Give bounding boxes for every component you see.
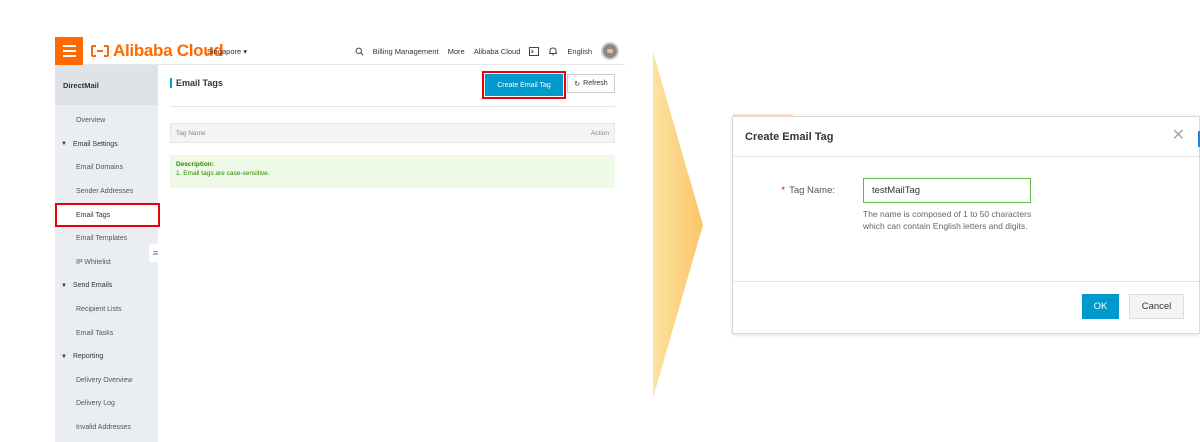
- caret-down-icon: ▼: [61, 282, 67, 289]
- sidebar-item-label: Email Tasks: [76, 329, 114, 337]
- sidebar-item-label: Delivery Log: [76, 400, 115, 408]
- description-notice: Description: 1. Email tags are case-sens…: [170, 155, 615, 188]
- sidebar-group[interactable]: ▼ Send Emails: [55, 274, 158, 298]
- tag-name-label-text: Tag Name:: [789, 185, 835, 196]
- sidebar-item[interactable]: Delivery Overview: [55, 369, 158, 393]
- terminal-icon[interactable]: [529, 46, 540, 56]
- menu-line: [62, 45, 76, 47]
- language-selector[interactable]: English: [567, 47, 592, 56]
- sidebar-item-label: Overview: [76, 117, 106, 125]
- sidebar-item[interactable]: Invalid Addresses: [55, 416, 158, 440]
- sidebar-item[interactable]: Overview: [55, 109, 158, 133]
- chevron-down-icon: ▾: [243, 47, 248, 56]
- dialog-header: Create Email Tag ✕: [733, 117, 1199, 157]
- column-tag-name: Tag Name: [176, 129, 206, 137]
- top-bar: Alibaba Cloud Singapore ▾ Billing Manage…: [55, 37, 625, 65]
- sidebar-item-label: Send Emails: [72, 282, 113, 290]
- sidebar-item-label: IP Whitelist: [76, 258, 111, 266]
- refresh-icon: ↻: [574, 80, 581, 88]
- sidebar-item-label: Recipient Lists: [76, 306, 122, 314]
- sidebar-item[interactable]: Sender Addresses: [55, 180, 158, 204]
- cancel-button[interactable]: Cancel: [1129, 294, 1184, 319]
- sidebar: DirectMail Overview ▼ Email Settings Email …: [55, 65, 160, 442]
- create-email-tag-button[interactable]: Create Email Tag: [482, 71, 566, 99]
- dialog-title: Create Email Tag: [745, 131, 834, 143]
- table-header: Tag Name Action: [170, 123, 615, 143]
- description-text: 1. Email tags are case-sensitive.: [176, 170, 270, 177]
- sidebar-item[interactable]: Email Domains: [55, 156, 158, 180]
- sidebar-title: DirectMail: [55, 65, 158, 105]
- column-action: Action: [590, 129, 609, 137]
- sidebar-item[interactable]: IP Whitelist: [55, 251, 158, 275]
- main-content: Email Tags Create Email Tag ↻ Refresh Ta…: [158, 65, 625, 442]
- sidebar-item[interactable]: Email Tags: [55, 203, 160, 227]
- refresh-label: Refresh: [583, 80, 608, 87]
- create-email-tag-dialog: Create Email Tag ✕ *Tag Name: The name i…: [732, 114, 1200, 334]
- caret-down-icon: ▼: [61, 353, 67, 360]
- bell-icon[interactable]: [548, 46, 558, 56]
- more-link[interactable]: More: [448, 47, 465, 56]
- sidebar-group[interactable]: ▼ Email Settings: [55, 133, 158, 157]
- tag-name-label: * Tag Name:: [777, 185, 835, 196]
- sidebar-item[interactable]: Email Templates: [55, 227, 158, 251]
- ok-button[interactable]: OK: [1082, 294, 1119, 319]
- tag-name-input[interactable]: [863, 178, 1031, 203]
- transition-arrow: [653, 52, 703, 398]
- sidebar-item-label: Email Domains: [76, 164, 124, 172]
- refresh-button[interactable]: ↻ Refresh: [567, 74, 615, 93]
- sidebar-list: Overview ▼ Email Settings Email Domains Send…: [55, 105, 160, 440]
- alibaba-cloud-logo[interactable]: Alibaba Cloud: [91, 42, 224, 60]
- console-screenshot: Alibaba Cloud Singapore ▾ Billing Manage…: [55, 37, 625, 442]
- menu-line: [62, 55, 76, 57]
- sidebar-item[interactable]: Recipient Lists: [55, 298, 158, 322]
- sidebar-group[interactable]: ▼ Reporting: [55, 345, 158, 369]
- sidebar-item-label: Email Tags: [76, 211, 111, 219]
- region-label: Singapore: [207, 47, 242, 56]
- search-icon[interactable]: [355, 47, 364, 56]
- sidebar-item-label: Email Templates: [76, 235, 128, 243]
- alibaba-logo-icon: [91, 45, 109, 57]
- alibaba-cloud-link[interactable]: Alibaba Cloud: [474, 47, 521, 56]
- sidebar-item[interactable]: Email Tasks: [55, 321, 158, 345]
- close-icon[interactable]: ✕: [1172, 128, 1185, 144]
- divider: [170, 106, 615, 107]
- menu-line: [62, 50, 76, 52]
- billing-management-link[interactable]: Billing Management: [373, 47, 439, 56]
- dialog-footer-divider: [733, 281, 1199, 282]
- page-title: Email Tags: [170, 78, 223, 88]
- region-selector[interactable]: Singapore ▾: [207, 47, 247, 56]
- avatar[interactable]: [601, 42, 619, 60]
- required-marker: *: [781, 185, 786, 196]
- sidebar-item[interactable]: Delivery Log: [55, 392, 158, 416]
- description-title: Description:: [176, 161, 214, 168]
- sidebar-item-label: Email Settings: [72, 140, 118, 148]
- sidebar-item-label: Reporting: [72, 353, 104, 361]
- caret-down-icon: ▼: [61, 141, 67, 148]
- sidebar-item-label: Sender Addresses: [76, 188, 134, 196]
- sidebar-item-label: Delivery Overview: [76, 376, 133, 384]
- tag-name-hint: The name is composed of 1 to 50 characte…: [863, 209, 1032, 231]
- top-nav: Billing Management More Alibaba Cloud En…: [355, 37, 625, 65]
- sidebar-item-label: Invalid Addresses: [76, 424, 131, 432]
- hamburger-menu-button[interactable]: [55, 37, 83, 65]
